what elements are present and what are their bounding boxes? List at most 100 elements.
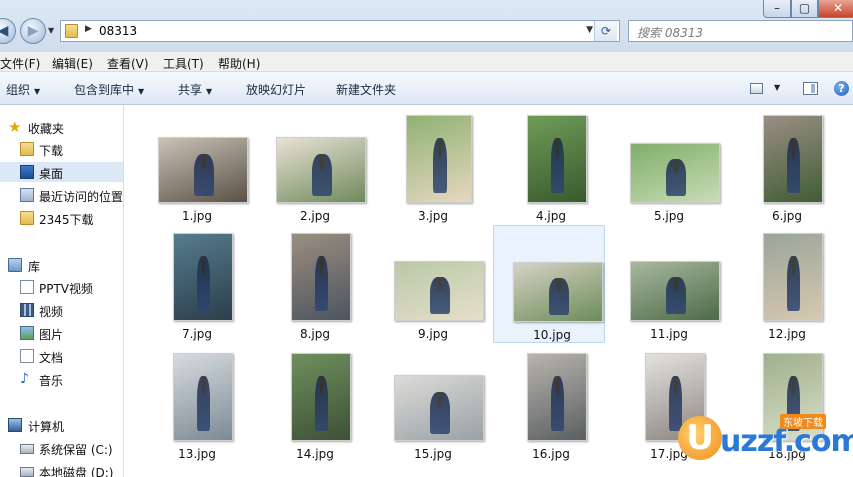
nav-favorites[interactable]: ★ 收藏夹 (0, 117, 123, 137)
file-name: 13.jpg (178, 447, 216, 461)
video-icon (20, 303, 34, 317)
nav-computer[interactable]: 计算机 (0, 415, 123, 435)
nav-item-drive-c[interactable]: 系统保留 (C:) (0, 438, 123, 458)
file-name: 11.jpg (650, 327, 688, 341)
photo-preview (630, 261, 720, 321)
nav-item-desktop[interactable]: 桌面 (0, 162, 123, 182)
photo-subject (197, 255, 210, 312)
include-in-library-button[interactable]: 包含到库中 ▼ (74, 81, 144, 98)
star-icon: ★ (8, 118, 22, 136)
command-bar: 组织 ▼ 包含到库中 ▼ 共享 ▼ 放映幻灯片 新建文件夹 ▼ ? (0, 72, 853, 105)
file-thumbnail[interactable]: 3.jpg (375, 107, 487, 225)
preview-pane-icon[interactable] (803, 82, 818, 95)
nav-item-drive-d[interactable]: 本地磁盘 (D:) (0, 461, 123, 477)
file-thumbnail[interactable]: 1.jpg (139, 107, 251, 225)
file-thumbnail[interactable]: 13.jpg (139, 345, 251, 463)
file-thumbnail[interactable]: 8.jpg (257, 225, 369, 343)
address-bar[interactable]: ▶ 08313 ▼ ⟳ (60, 20, 620, 42)
file-thumbnail[interactable]: 12.jpg (729, 225, 841, 343)
file-name: 10.jpg (533, 328, 571, 342)
photo-subject (551, 137, 564, 194)
nav-item-label: 系统保留 (C:) (39, 443, 113, 457)
back-button[interactable]: ◀ (0, 18, 16, 44)
file-thumbnail[interactable]: 11.jpg (611, 225, 723, 343)
music-note-icon: ♪ (20, 371, 29, 387)
drive-icon (20, 467, 34, 477)
file-thumbnail[interactable]: 16.jpg (493, 345, 605, 463)
organize-button[interactable]: 组织 ▼ (6, 81, 40, 98)
photo-subject (194, 154, 214, 196)
file-thumbnail[interactable]: 2.jpg (257, 107, 369, 225)
nav-item-2345-downloads[interactable]: 2345下载 (0, 208, 123, 228)
close-button[interactable]: ✕ (818, 0, 853, 18)
nav-item-label: 最近访问的位置 (39, 190, 124, 204)
nav-item-label: 图片 (39, 328, 64, 342)
menu-tools[interactable]: 工具(T) (163, 55, 204, 72)
photo-subject (549, 277, 569, 316)
library-icon (8, 258, 22, 272)
nav-item-label: PPTV视频 (39, 282, 94, 296)
file-thumbnail[interactable]: 4.jpg (493, 107, 605, 225)
minimize-button[interactable]: – (763, 0, 791, 18)
menu-help[interactable]: 帮助(H) (218, 55, 260, 72)
file-thumbnail[interactable]: 9.jpg (375, 225, 487, 343)
photo-subject (430, 392, 450, 434)
slideshow-button[interactable]: 放映幻灯片 (246, 81, 306, 98)
view-dropdown-icon[interactable]: ▼ (774, 83, 780, 92)
forward-button[interactable]: ▶ (20, 18, 46, 44)
file-name: 7.jpg (181, 327, 213, 341)
menu-edit[interactable]: 编辑(E) (52, 55, 93, 72)
maximize-button[interactable]: ▢ (791, 0, 818, 18)
address-dropdown-icon[interactable]: ▼ (586, 25, 593, 35)
file-thumbnail[interactable]: 14.jpg (257, 345, 369, 463)
file-thumbnail[interactable]: 10.jpg (493, 225, 605, 343)
chevron-down-icon: ▼ (34, 87, 41, 96)
photo-subject (312, 154, 332, 196)
search-box[interactable]: 搜索 08313 (628, 20, 853, 42)
address-path[interactable]: 08313 (99, 24, 137, 38)
watermark-logo-icon: U (678, 416, 722, 460)
include-in-library-label: 包含到库中 (74, 83, 135, 97)
nav-libraries[interactable]: 库 (0, 255, 123, 275)
photo-subject (315, 375, 328, 432)
photo-preview (394, 261, 484, 321)
folder-icon (65, 24, 78, 38)
photo-subject (787, 137, 800, 194)
menu-file[interactable]: 文件(F) (0, 55, 40, 72)
navigation-pane[interactable]: ★ 收藏夹 下载 桌面 最近访问的位置 2345下载 库 PPTV视频 视频 图… (0, 105, 124, 477)
new-folder-button[interactable]: 新建文件夹 (336, 81, 396, 98)
photo-preview (173, 233, 233, 321)
photo-subject (430, 276, 450, 315)
downloads-folder-icon (20, 142, 34, 156)
view-options-icon[interactable] (750, 83, 763, 94)
file-name: 8.jpg (299, 327, 331, 341)
recent-pages-dropdown-icon[interactable]: ▼ (48, 26, 54, 35)
share-button[interactable]: 共享 ▼ (178, 81, 212, 98)
nav-item-label: 本地磁盘 (D:) (39, 466, 114, 477)
nav-item-label: 下载 (39, 144, 64, 158)
watermark-tag: 东坡下载 (780, 414, 826, 429)
nav-item-downloads[interactable]: 下载 (0, 139, 123, 159)
nav-item-pictures[interactable]: 图片 (0, 323, 123, 343)
nav-item-music[interactable]: ♪ 音乐 (0, 369, 123, 389)
site-watermark: U uzzf.com 东坡下载 (668, 412, 853, 472)
nav-item-videos[interactable]: 视频 (0, 300, 123, 320)
menu-view[interactable]: 查看(V) (107, 55, 149, 72)
file-thumbnail[interactable]: 7.jpg (139, 225, 251, 343)
file-thumbnail[interactable]: 15.jpg (375, 345, 487, 463)
file-name: 16.jpg (532, 447, 570, 461)
file-thumbnail[interactable]: 5.jpg (611, 107, 723, 225)
search-placeholder[interactable]: 搜索 08313 (637, 24, 703, 41)
file-name: 6.jpg (771, 209, 803, 223)
file-thumbnail[interactable]: 6.jpg (729, 107, 841, 225)
document-icon (20, 349, 34, 363)
help-icon[interactable]: ? (834, 81, 849, 96)
chevron-down-icon: ▼ (206, 87, 213, 96)
nav-item-pptv-video[interactable]: PPTV视频 (0, 277, 123, 297)
refresh-button[interactable]: ⟳ (594, 21, 617, 41)
nav-computer-label: 计算机 (28, 420, 65, 434)
nav-item-documents[interactable]: 文档 (0, 346, 123, 366)
chevron-right-icon[interactable]: ▶ (85, 24, 92, 34)
photo-preview (291, 233, 351, 321)
nav-item-recent-places[interactable]: 最近访问的位置 (0, 185, 124, 205)
